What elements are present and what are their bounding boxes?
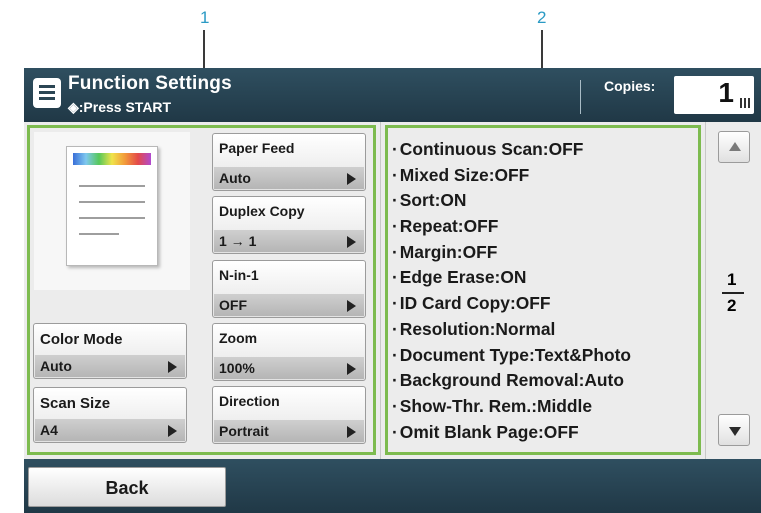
back-button[interactable]: Back [28,467,226,507]
pager-divider [705,122,706,459]
callout-2: 2 [537,8,547,27]
press-start-hint: ◈:Press START [68,99,172,115]
highlight-box-2 [385,125,701,455]
footer-bar: Back [24,459,761,513]
header-bar: Function Settings ◈:Press START Copies: … [24,68,761,122]
page-total: 2 [727,296,737,315]
keypad-icon [740,98,750,108]
callout-1: 1 [200,8,210,27]
page-fraction-line [722,292,744,294]
page-title: Function Settings [68,73,232,94]
scroll-down-button[interactable] [718,414,750,446]
up-arrow-icon [729,142,741,151]
page-current: 1 [727,270,737,289]
back-label: Back [105,478,149,498]
down-arrow-icon [729,427,741,436]
copies-value: 1 [718,77,734,108]
header-divider [580,80,581,114]
scroll-up-button[interactable] [718,131,750,163]
panel-divider [380,122,381,459]
copies-label: Copies: [604,78,656,94]
menu-icon[interactable] [33,78,61,108]
copies-field[interactable]: 1 [674,76,754,114]
highlight-box-1 [27,125,376,455]
